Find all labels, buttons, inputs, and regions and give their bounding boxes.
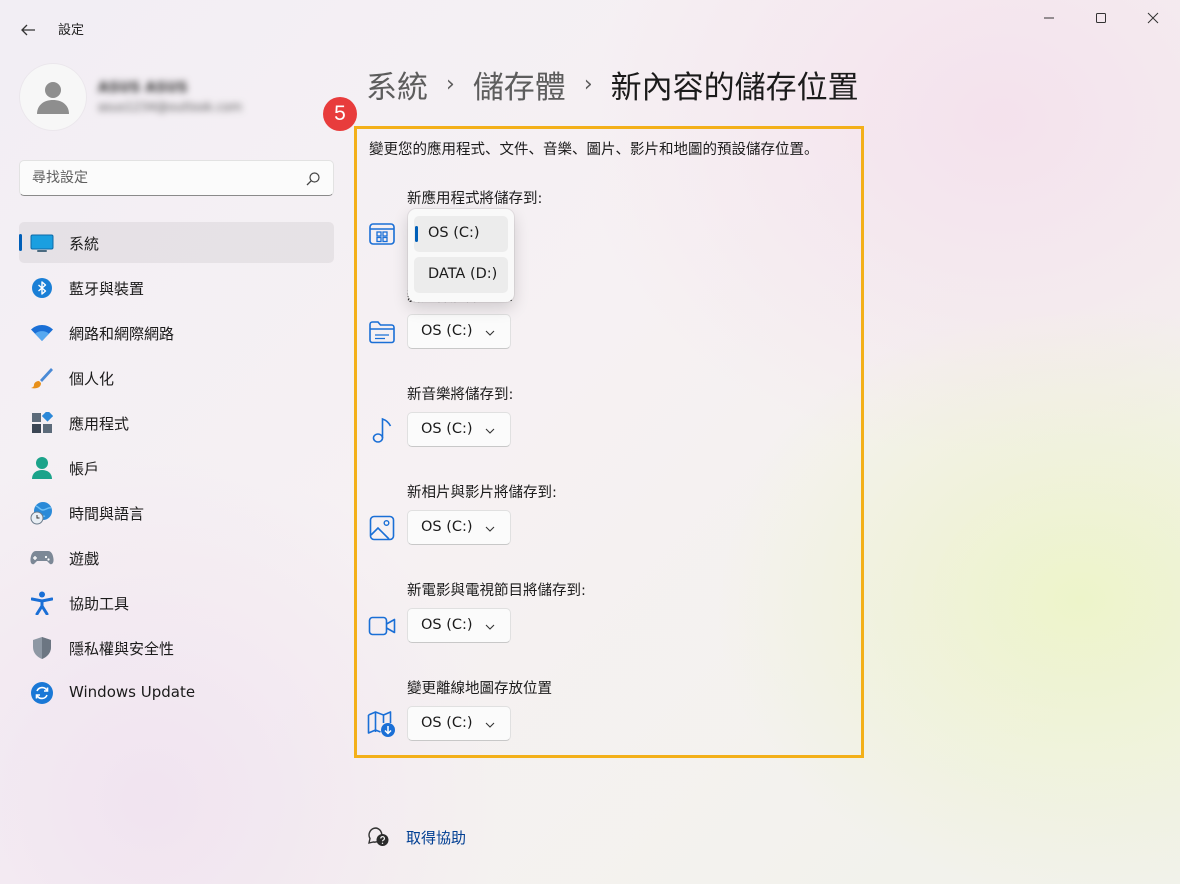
sidebar-item-time-language[interactable]: 時間與語言 — [19, 492, 334, 533]
shield-icon — [29, 635, 55, 661]
windows-update-icon — [29, 680, 55, 706]
apps-location-label: 新應用程式將儲存到: — [407, 191, 543, 207]
sidebar-item-label: 系統 — [69, 235, 100, 253]
chevron-down-icon — [485, 624, 495, 630]
dropdown-value: OS (C:) — [421, 421, 473, 437]
video-camera-icon — [367, 611, 397, 641]
time-language-icon — [29, 500, 55, 526]
account-icon — [29, 455, 55, 481]
breadcrumb-storage[interactable]: 儲存體 — [473, 62, 566, 107]
sidebar-item-label: 時間與語言 — [69, 505, 145, 523]
music-location-label: 新音樂將儲存到: — [407, 387, 514, 403]
minimize-button[interactable] — [1026, 4, 1072, 32]
chevron-down-icon — [485, 330, 495, 336]
get-help-link[interactable]: 取得協助 — [367, 826, 466, 848]
user-email: asus1234@outlook.com — [98, 100, 243, 114]
dropdown-value: OS (C:) — [421, 715, 473, 731]
breadcrumb: 系統 › 儲存體 › 新內容的儲存位置 — [366, 62, 859, 107]
sidebar-item-bluetooth[interactable]: 藍牙與裝置 — [19, 267, 334, 308]
brush-icon — [29, 365, 55, 391]
breadcrumb-separator: › — [446, 72, 455, 97]
search-input[interactable] — [20, 161, 300, 195]
music-note-icon — [367, 415, 397, 445]
app-title: 設定 — [58, 23, 85, 38]
avatar[interactable] — [20, 64, 86, 130]
sidebar-item-label: 網路和網際網路 — [69, 325, 175, 343]
sidebar-item-gaming[interactable]: 遊戲 — [19, 537, 334, 578]
movies-location-label: 新電影與電視節目將儲存到: — [407, 583, 586, 599]
gamepad-icon — [29, 545, 55, 571]
music-location-dropdown[interactable]: OS (C:) — [407, 412, 511, 447]
selected-indicator — [415, 226, 418, 242]
sidebar-item-apps[interactable]: 應用程式 — [19, 402, 334, 443]
accessibility-icon — [29, 590, 55, 616]
step-badge: 5 — [323, 97, 357, 131]
help-chat-icon — [368, 827, 389, 846]
title-bar: 設定 — [0, 0, 1180, 56]
breadcrumb-separator: › — [583, 72, 593, 97]
drive-option-label: OS (C:) — [428, 225, 480, 241]
sidebar-item-network[interactable]: 網路和網際網路 — [19, 312, 334, 353]
bluetooth-icon — [29, 275, 55, 301]
page-title: 新內容的儲存位置 — [610, 70, 859, 106]
document-folder-icon — [367, 317, 397, 347]
app-window-icon — [367, 219, 397, 249]
active-indicator — [19, 234, 22, 251]
sidebar-item-label: 應用程式 — [69, 415, 130, 433]
sidebar-item-accessibility[interactable]: 協助工具 — [19, 582, 334, 623]
search-box — [19, 160, 334, 196]
sidebar-item-label: Windows Update — [69, 683, 196, 701]
sidebar-item-system[interactable]: 系統 — [19, 222, 334, 263]
back-button[interactable] — [14, 16, 42, 44]
dropdown-value: OS (C:) — [421, 519, 473, 535]
close-button[interactable] — [1130, 4, 1176, 32]
apps-location-dropdown-menu: OS (C:) DATA (D:) — [408, 209, 514, 302]
close-icon — [1147, 12, 1159, 24]
chevron-down-icon — [485, 428, 495, 434]
sidebar-item-privacy-security[interactable]: 隱私權與安全性 — [19, 627, 334, 668]
page-description: 變更您的應用程式、文件、音樂、圖片、影片和地圖的預設儲存位置。 — [369, 142, 819, 158]
map-download-icon — [367, 709, 397, 739]
sidebar-item-label: 帳戶 — [69, 460, 100, 478]
sidebar-item-label: 協助工具 — [69, 595, 130, 613]
wifi-icon — [29, 320, 55, 346]
back-arrow-icon — [21, 24, 35, 36]
offline-maps-location-label: 變更離線地圖存放位置 — [407, 681, 552, 697]
dropdown-value: OS (C:) — [421, 617, 473, 633]
chevron-down-icon — [485, 722, 495, 728]
chevron-down-icon — [485, 526, 495, 532]
dropdown-value: OS (C:) — [421, 323, 473, 339]
drive-option-d[interactable]: DATA (D:) — [414, 257, 508, 293]
maximize-button[interactable] — [1078, 4, 1124, 32]
drive-option-c[interactable]: OS (C:) — [414, 216, 508, 252]
system-icon — [29, 230, 55, 256]
get-help-label: 取得協助 — [406, 828, 467, 847]
sidebar-item-label: 隱私權與安全性 — [69, 640, 175, 658]
movies-location-dropdown[interactable]: OS (C:) — [407, 608, 511, 643]
sidebar-item-label: 遊戲 — [69, 550, 100, 568]
minimize-icon — [1044, 17, 1054, 19]
documents-location-dropdown[interactable]: OS (C:) — [407, 314, 511, 349]
apps-icon — [29, 410, 55, 436]
sidebar-item-accounts[interactable]: 帳戶 — [19, 447, 334, 488]
breadcrumb-system[interactable]: 系統 — [366, 62, 428, 107]
drive-option-label: DATA (D:) — [428, 266, 498, 282]
settings-window: 設定 ASUS ASUS asus1234@outlook.com 系統 — [0, 0, 1180, 884]
sidebar-item-label: 個人化 — [69, 370, 115, 388]
sidebar-item-windows-update[interactable]: Windows Update — [19, 672, 334, 713]
picture-icon — [367, 513, 397, 543]
search-icon[interactable] — [305, 171, 321, 187]
sidebar-item-label: 藍牙與裝置 — [69, 280, 145, 298]
offline-maps-location-dropdown[interactable]: OS (C:) — [407, 706, 511, 741]
person-icon — [37, 82, 69, 114]
sidebar-item-personalization[interactable]: 個人化 — [19, 357, 334, 398]
photos-location-dropdown[interactable]: OS (C:) — [407, 510, 511, 545]
user-name: ASUS ASUS — [98, 80, 188, 96]
maximize-icon — [1096, 13, 1106, 23]
photos-location-label: 新相片與影片將儲存到: — [407, 485, 557, 501]
sidebar-nav: 系統 藍牙與裝置 網路和網際網路 個人化 應用程式 帳戶 時間與語言 遊戲 協助… — [19, 222, 334, 717]
